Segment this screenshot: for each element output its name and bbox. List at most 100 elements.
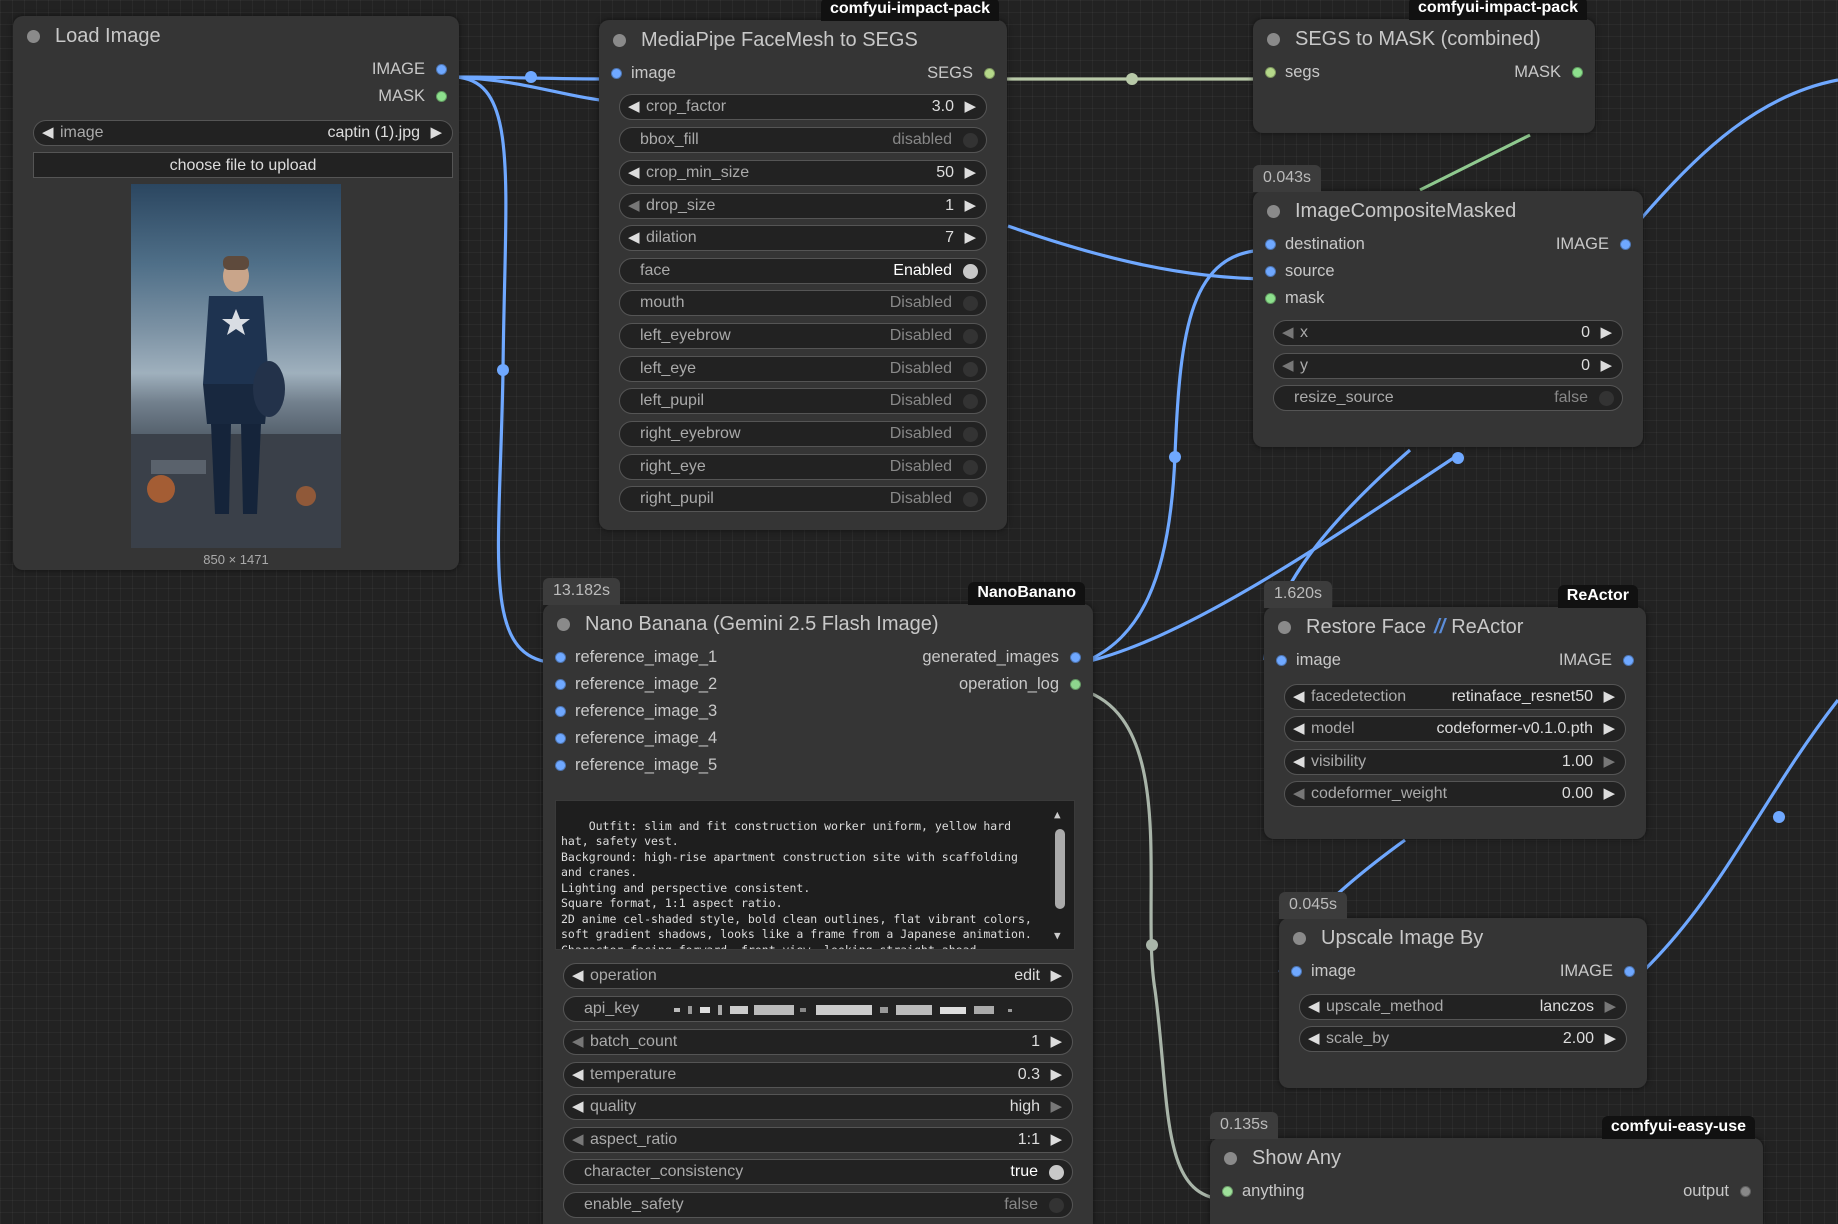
- input-slot-destination[interactable]: [1265, 239, 1276, 250]
- increment-arrow-icon[interactable]: ▶: [1603, 719, 1615, 737]
- collapse-dot-icon[interactable]: [557, 617, 570, 631]
- widget-api-key[interactable]: api_key: [563, 996, 1073, 1022]
- widget-scale-by[interactable]: ◀ scale_by 2.00 ▶: [1299, 1026, 1627, 1052]
- decrement-arrow-icon[interactable]: ◀: [1293, 687, 1305, 705]
- input-slot-image[interactable]: [1291, 966, 1302, 977]
- nano-banana-node[interactable]: 13.182s NanoBanano Nano Banana (Gemini 2…: [543, 578, 1093, 1224]
- link-load-to-composite[interactable]: [1007, 224, 1269, 281]
- widget-drop-size[interactable]: ◀ drop_size 1 ▶: [619, 193, 987, 219]
- input-slot-reference-image-3[interactable]: [555, 706, 566, 717]
- widget-dilation[interactable]: ◀ dilation 7 ▶: [619, 225, 987, 251]
- input-slot-anything[interactable]: [1222, 1186, 1233, 1197]
- collapse-dot-icon[interactable]: [1267, 32, 1280, 46]
- collapse-dot-icon[interactable]: [1293, 931, 1306, 945]
- increment-arrow-icon[interactable]: ▶: [1603, 752, 1615, 770]
- increment-arrow-icon[interactable]: ▶: [1600, 356, 1612, 374]
- input-slot-reference-image-5[interactable]: [555, 760, 566, 771]
- increment-arrow-icon[interactable]: ▶: [1603, 784, 1615, 802]
- widget-operation[interactable]: ◀ operation edit ▶: [563, 963, 1073, 989]
- increment-arrow-icon[interactable]: ▶: [964, 97, 976, 115]
- output-slot-segs[interactable]: [984, 68, 995, 79]
- link-composite-out[interactable]: [1638, 78, 1838, 222]
- node-header[interactable]: Upscale Image By: [1279, 918, 1647, 958]
- widget-right-pupil[interactable]: right_pupil Disabled: [619, 486, 987, 512]
- output-slot-operation-log[interactable]: [1070, 679, 1081, 690]
- decrement-arrow-icon[interactable]: ◀: [1308, 1029, 1320, 1047]
- widget-mouth[interactable]: mouth Disabled: [619, 290, 987, 316]
- decrement-arrow-icon[interactable]: ◀: [628, 228, 640, 246]
- image-select-widget[interactable]: ◀ image captin (1).jpg ▶: [33, 120, 453, 146]
- decrement-arrow-icon[interactable]: ◀: [1293, 784, 1305, 802]
- input-slot-mask[interactable]: [1265, 293, 1276, 304]
- node-header[interactable]: MediaPipe FaceMesh to SEGS: [599, 20, 1007, 60]
- input-slot-reference-image-1[interactable]: [555, 652, 566, 663]
- widget-left-eyebrow[interactable]: left_eyebrow Disabled: [619, 323, 987, 349]
- collapse-dot-icon[interactable]: [27, 29, 40, 43]
- widget-aspect-ratio[interactable]: ◀ aspect_ratio 1:1 ▶: [563, 1127, 1073, 1153]
- node-header[interactable]: Restore Face // ReActor: [1264, 607, 1646, 647]
- link-upscale-out[interactable]: [1634, 699, 1838, 980]
- increment-arrow-icon[interactable]: ▶: [1050, 1065, 1062, 1083]
- image-composite-masked-node[interactable]: 0.043s ImageCompositeMasked destination …: [1253, 165, 1643, 447]
- segs-to-mask-node[interactable]: comfyui-impact-pack SEGS to MASK (combin…: [1253, 0, 1595, 133]
- link-mask-to-composite[interactable]: [1419, 133, 1531, 192]
- increment-arrow-icon[interactable]: ▶: [1604, 997, 1616, 1015]
- input-slot-source[interactable]: [1265, 266, 1276, 277]
- widget-right-eye[interactable]: right_eye Disabled: [619, 454, 987, 480]
- collapse-dot-icon[interactable]: [613, 33, 626, 47]
- increment-arrow-icon[interactable]: ▶: [1050, 1130, 1062, 1148]
- scrollbar-thumb[interactable]: [1055, 829, 1065, 909]
- widget-batch-count[interactable]: ◀ batch_count 1 ▶: [563, 1029, 1073, 1055]
- textarea-scrollbar[interactable]: ▲ ▼: [1054, 807, 1066, 943]
- collapse-dot-icon[interactable]: [1278, 620, 1291, 634]
- widget-quality[interactable]: ◀ quality high ▶: [563, 1094, 1073, 1120]
- decrement-arrow-icon[interactable]: ◀: [1282, 323, 1294, 341]
- upload-button[interactable]: choose file to upload: [33, 152, 453, 178]
- output-slot-output[interactable]: [1740, 1186, 1751, 1197]
- output-slot-image[interactable]: [1623, 655, 1634, 666]
- decrement-arrow-icon[interactable]: ◀: [628, 196, 640, 214]
- increment-arrow-icon[interactable]: ▶: [1604, 1029, 1616, 1047]
- output-slot-image[interactable]: [1624, 966, 1635, 977]
- load-image-node[interactable]: Load Image IMAGE MASK ◀ image captin (1)…: [13, 16, 459, 570]
- widget-facedetection[interactable]: ◀ facedetection retinaface_resnet50 ▶: [1284, 684, 1626, 710]
- decrement-arrow-icon[interactable]: ◀: [572, 1130, 584, 1148]
- widget-y[interactable]: ◀ y 0 ▶: [1273, 353, 1623, 379]
- input-slot-image[interactable]: [1276, 655, 1287, 666]
- output-slot-image[interactable]: [436, 64, 447, 75]
- output-slot-mask[interactable]: [436, 91, 447, 102]
- prompt-textarea[interactable]: Outfit: slim and fit construction worker…: [555, 800, 1075, 950]
- widget-visibility[interactable]: ◀ visibility 1.00 ▶: [1284, 749, 1626, 775]
- increment-arrow-icon[interactable]: ▶: [430, 123, 442, 141]
- node-header[interactable]: SEGS to MASK (combined): [1253, 19, 1595, 59]
- widget-upscale-method[interactable]: ◀ upscale_method lanczos ▶: [1299, 994, 1627, 1020]
- node-header[interactable]: ImageCompositeMasked: [1253, 191, 1643, 231]
- widget-bbox-fill[interactable]: bbox_fill disabled: [619, 127, 987, 153]
- node-header[interactable]: Load Image: [13, 16, 459, 56]
- widget-codeformer-weight[interactable]: ◀ codeformer_weight 0.00 ▶: [1284, 781, 1626, 807]
- increment-arrow-icon[interactable]: ▶: [964, 163, 976, 181]
- input-slot-reference-image-2[interactable]: [555, 679, 566, 690]
- decrement-arrow-icon[interactable]: ◀: [1282, 356, 1294, 374]
- increment-arrow-icon[interactable]: ▶: [1050, 966, 1062, 984]
- widget-model[interactable]: ◀ model codeformer-v0.1.0.pth ▶: [1284, 716, 1626, 742]
- decrement-arrow-icon[interactable]: ◀: [1293, 719, 1305, 737]
- widget-crop-factor[interactable]: ◀ crop_factor 3.0 ▶: [619, 94, 987, 120]
- increment-arrow-icon[interactable]: ▶: [1603, 687, 1615, 705]
- restore-face-node[interactable]: 1.620s ReActor Restore Face // ReActor i…: [1264, 581, 1646, 839]
- widget-x[interactable]: ◀ x 0 ▶: [1273, 320, 1623, 346]
- increment-arrow-icon[interactable]: ▶: [1050, 1097, 1062, 1115]
- show-any-node[interactable]: 0.135s comfyui-easy-use Show Any anythin…: [1210, 1112, 1763, 1224]
- increment-arrow-icon[interactable]: ▶: [1600, 323, 1612, 341]
- input-slot-reference-image-4[interactable]: [555, 733, 566, 744]
- widget-resize-source[interactable]: resize_source false: [1273, 385, 1623, 411]
- input-slot-image[interactable]: [611, 68, 622, 79]
- node-header[interactable]: Show Any: [1210, 1138, 1763, 1178]
- widget-character-consistency[interactable]: character_consistency true: [563, 1159, 1073, 1185]
- decrement-arrow-icon[interactable]: ◀: [628, 163, 640, 181]
- decrement-arrow-icon[interactable]: ◀: [1293, 752, 1305, 770]
- widget-temperature[interactable]: ◀ temperature 0.3 ▶: [563, 1062, 1073, 1088]
- widget-left-pupil[interactable]: left_pupil Disabled: [619, 388, 987, 414]
- decrement-arrow-icon[interactable]: ◀: [42, 123, 54, 141]
- decrement-arrow-icon[interactable]: ◀: [628, 97, 640, 115]
